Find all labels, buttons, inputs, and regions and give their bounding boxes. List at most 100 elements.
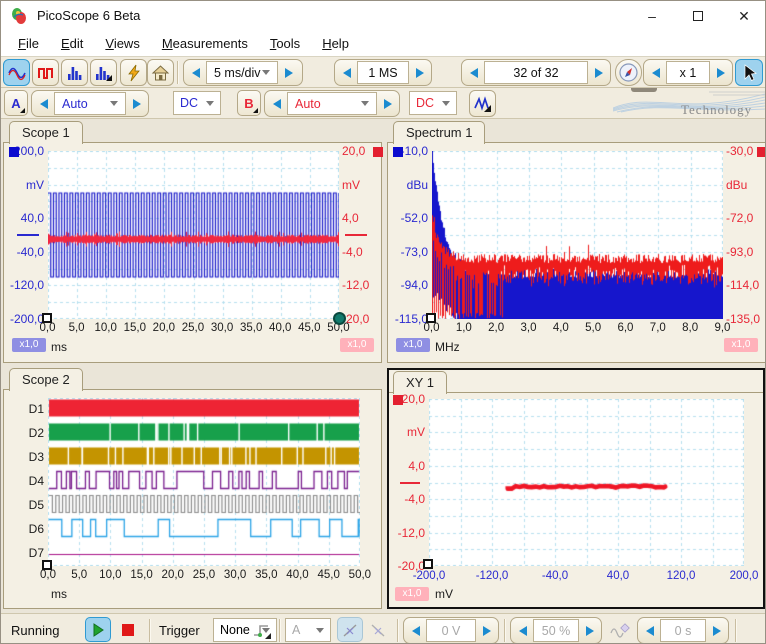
axis-tick: -114,0 <box>726 278 760 293</box>
axis-tick: 30,0 <box>223 569 247 581</box>
left-arrow-icon <box>39 98 48 109</box>
scope1-plot[interactable] <box>48 151 339 319</box>
channel-b-zero-indicator[interactable] <box>345 234 367 236</box>
channel-b-coupling-select[interactable]: DC <box>409 91 457 115</box>
timebase-select[interactable]: 5 ms/div <box>206 61 278 84</box>
axis-tick: 15,0 <box>123 322 146 334</box>
samples-next-button[interactable] <box>409 61 430 84</box>
channel-a-axis-marker <box>393 147 403 157</box>
home-button[interactable] <box>147 59 174 86</box>
menu-views[interactable]: Views <box>94 33 150 54</box>
buffer-field[interactable]: 32 of 32 <box>484 61 588 84</box>
trigger-edge-button[interactable] <box>249 617 275 642</box>
xy1-plot[interactable] <box>429 399 744 566</box>
scope1-x-axis[interactable]: 0,0 5,0 10,0 15,0 20,0 25,0 30,0 35,0 40,0 45,0 50… <box>33 322 353 334</box>
channel-b-range-select[interactable]: Auto <box>287 92 377 115</box>
right-arrow-icon <box>284 67 293 78</box>
zoom-in-button[interactable] <box>710 61 731 84</box>
pretrigger-down-button[interactable] <box>512 619 533 642</box>
menu-measurements[interactable]: Measurements <box>151 33 259 54</box>
tab-xy1[interactable]: XY 1 <box>393 371 447 394</box>
channel-b-zero-indicator[interactable] <box>400 482 420 484</box>
buffer-overview-button[interactable] <box>615 59 642 86</box>
channel-a-range-prev-button[interactable] <box>33 92 54 115</box>
spectrum1-right-scale-badge[interactable]: x1,0 <box>724 338 758 352</box>
pretrigger-field[interactable]: 50 % <box>533 619 579 642</box>
channel-a-range-select[interactable]: Auto <box>54 92 126 115</box>
threshold-up-button[interactable] <box>476 619 497 642</box>
stop-capture-button[interactable] <box>115 617 141 642</box>
marker-falling-button[interactable] <box>365 617 391 642</box>
trigger-waveform-button[interactable] <box>607 617 633 642</box>
left-arrow-icon <box>518 625 527 636</box>
xy1-scale-badge[interactable]: x1,0 <box>395 587 429 601</box>
spectrum1-x-axis[interactable]: 0,0 1,0 2,0 3,0 4,0 5,0 6,0 7,0 8,0 9,0 <box>417 322 737 334</box>
menu-help[interactable]: Help <box>311 33 360 54</box>
persistence-view-button[interactable] <box>32 59 59 86</box>
samples-prev-button[interactable] <box>336 61 357 84</box>
tab-scope1[interactable]: Scope 1 <box>9 121 83 144</box>
spectrum1-left-scale-badge[interactable]: x1,0 <box>396 338 430 352</box>
timebase-prev-button[interactable] <box>185 61 206 84</box>
spectrum1-plot[interactable] <box>432 151 723 319</box>
spectrum-view-button[interactable] <box>61 59 88 86</box>
axis-tick: 45,0 <box>317 569 340 581</box>
minimize-button[interactable]: – <box>629 1 675 31</box>
menu-file[interactable]: File <box>7 33 50 54</box>
awg-button[interactable] <box>469 90 496 117</box>
buffer-next-button[interactable] <box>588 61 609 84</box>
marker-rising-button[interactable] <box>337 617 363 642</box>
delay-down-button[interactable] <box>639 619 660 642</box>
chevron-down-icon <box>442 100 450 106</box>
zoom-out-button[interactable] <box>645 61 666 84</box>
timebase-next-button[interactable] <box>278 61 299 84</box>
svg-text:Technology: Technology <box>681 102 752 117</box>
menu-tools[interactable]: Tools <box>259 33 311 54</box>
scope1-left-scale-badge[interactable]: x1,0 <box>12 338 46 352</box>
trigger-marker[interactable] <box>423 559 433 569</box>
compass-icon <box>619 63 638 82</box>
channel-b-range-next-button[interactable] <box>377 92 398 115</box>
threshold-field[interactable]: 0 V <box>426 619 476 642</box>
channel-b-options-button[interactable]: B <box>237 90 261 116</box>
samples-field[interactable]: 1 MS <box>357 61 409 84</box>
scope-view-button[interactable] <box>3 59 30 86</box>
channel-a-options-button[interactable]: A <box>4 90 28 116</box>
spectrum1-left-axis[interactable]: -10,0 dBu -52,0 -73,0 -94,0 -115,0 <box>388 143 428 327</box>
zoom-field[interactable]: x 1 <box>666 61 710 84</box>
axis-tick: -120,0 <box>475 570 509 582</box>
delay-field[interactable]: 0 s <box>660 619 706 642</box>
stop-icon <box>122 623 134 636</box>
scope1-right-scale-badge[interactable]: x1,0 <box>340 338 374 352</box>
pretrigger-up-button[interactable] <box>579 619 600 642</box>
axis-tick: 20,0 <box>152 322 176 334</box>
buffer-prev-button[interactable] <box>463 61 484 84</box>
trigger-marker[interactable] <box>42 313 52 323</box>
tab-scope2[interactable]: Scope 2 <box>9 368 83 391</box>
channel-a-zero-indicator[interactable] <box>17 234 39 236</box>
window-title: PicoScope 6 Beta <box>37 8 141 23</box>
normal-selection-button[interactable] <box>735 59 763 86</box>
axis-tick: 40,0 <box>606 570 630 582</box>
tab-spectrum1[interactable]: Spectrum 1 <box>393 121 486 144</box>
channel-b-range-prev-button[interactable] <box>266 92 287 115</box>
maximize-button[interactable] <box>675 1 721 31</box>
channel-a-range-next-button[interactable] <box>126 92 147 115</box>
scope2-plot[interactable] <box>48 398 360 566</box>
close-button[interactable]: ✕ <box>721 1 765 31</box>
threshold-down-button[interactable] <box>405 619 426 642</box>
delay-up-button[interactable] <box>706 619 727 642</box>
menu-edit[interactable]: Edit <box>50 33 94 54</box>
channel-a-coupling-select[interactable]: DC <box>173 91 221 115</box>
scope2-x-axis[interactable]: 0,0 5,0 10,0 15,0 20,0 25,0 30,0 35,0 40,0 45,0 50… <box>33 569 375 581</box>
spectrum-view-alt-button[interactable] <box>90 59 117 86</box>
xy1-x-axis[interactable]: -200,0 -120,0 -40,0 40,0 120,0 200,0 <box>404 570 765 582</box>
start-capture-button[interactable] <box>85 617 111 642</box>
trigger-marker[interactable] <box>42 560 52 570</box>
probe-wizard-button[interactable] <box>120 59 147 86</box>
trigger-channel-select[interactable]: A <box>285 618 331 642</box>
scope2-digital-labels[interactable]: D1 D2 D3 D4 D5 D6 D7 <box>4 400 44 568</box>
spectrum1-right-axis[interactable]: -30,0 dBu -72,0 -93,0 -114,0 -135,0 <box>726 143 765 327</box>
reference-marker[interactable] <box>333 312 346 325</box>
trigger-marker[interactable] <box>426 313 436 323</box>
